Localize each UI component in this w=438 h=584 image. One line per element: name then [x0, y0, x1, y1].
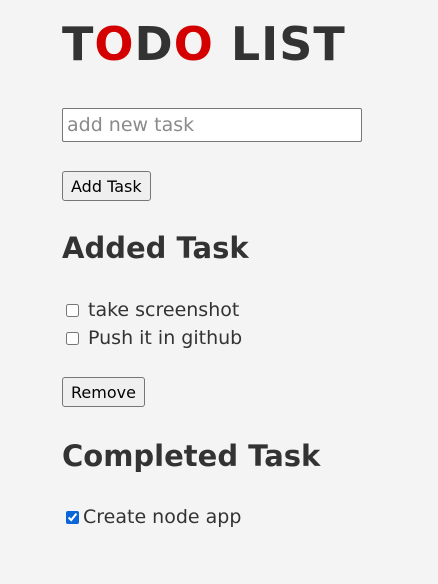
- task-item-take-screenshot: take screenshot: [64, 296, 242, 324]
- task-item-push-github: Push it in github: [64, 324, 242, 352]
- completed-task-heading: Completed Task: [62, 439, 321, 473]
- added-task-heading: Added Task: [62, 231, 249, 265]
- task-checkbox[interactable]: [66, 510, 79, 524]
- task-label[interactable]: take screenshot: [88, 299, 239, 321]
- title-letter: S: [279, 17, 314, 71]
- title-letter: T: [313, 17, 346, 71]
- todo-page: TODO LIST Add Task Added Task take scree…: [0, 0, 438, 584]
- new-task-input[interactable]: [62, 108, 362, 142]
- task-label[interactable]: Push it in github: [88, 327, 242, 349]
- completed-task-list: Create node app: [64, 503, 241, 531]
- task-label[interactable]: Create node app: [83, 506, 241, 528]
- title-letter: I: [261, 17, 280, 71]
- task-checkbox[interactable]: [66, 303, 79, 317]
- title-letter: O: [173, 17, 214, 71]
- title-letter: D: [134, 17, 174, 71]
- title-letter: T: [62, 17, 95, 71]
- title-letter: L: [230, 17, 262, 71]
- added-task-list: take screenshot Push it in github: [64, 296, 242, 352]
- add-task-button[interactable]: Add Task: [62, 171, 151, 201]
- title-letter: O: [94, 17, 135, 71]
- task-item-create-node-app: Create node app: [64, 503, 241, 531]
- title-letter: [214, 17, 231, 71]
- page-title: TODO LIST: [62, 18, 346, 70]
- task-checkbox[interactable]: [66, 331, 79, 345]
- remove-button[interactable]: Remove: [62, 377, 145, 407]
